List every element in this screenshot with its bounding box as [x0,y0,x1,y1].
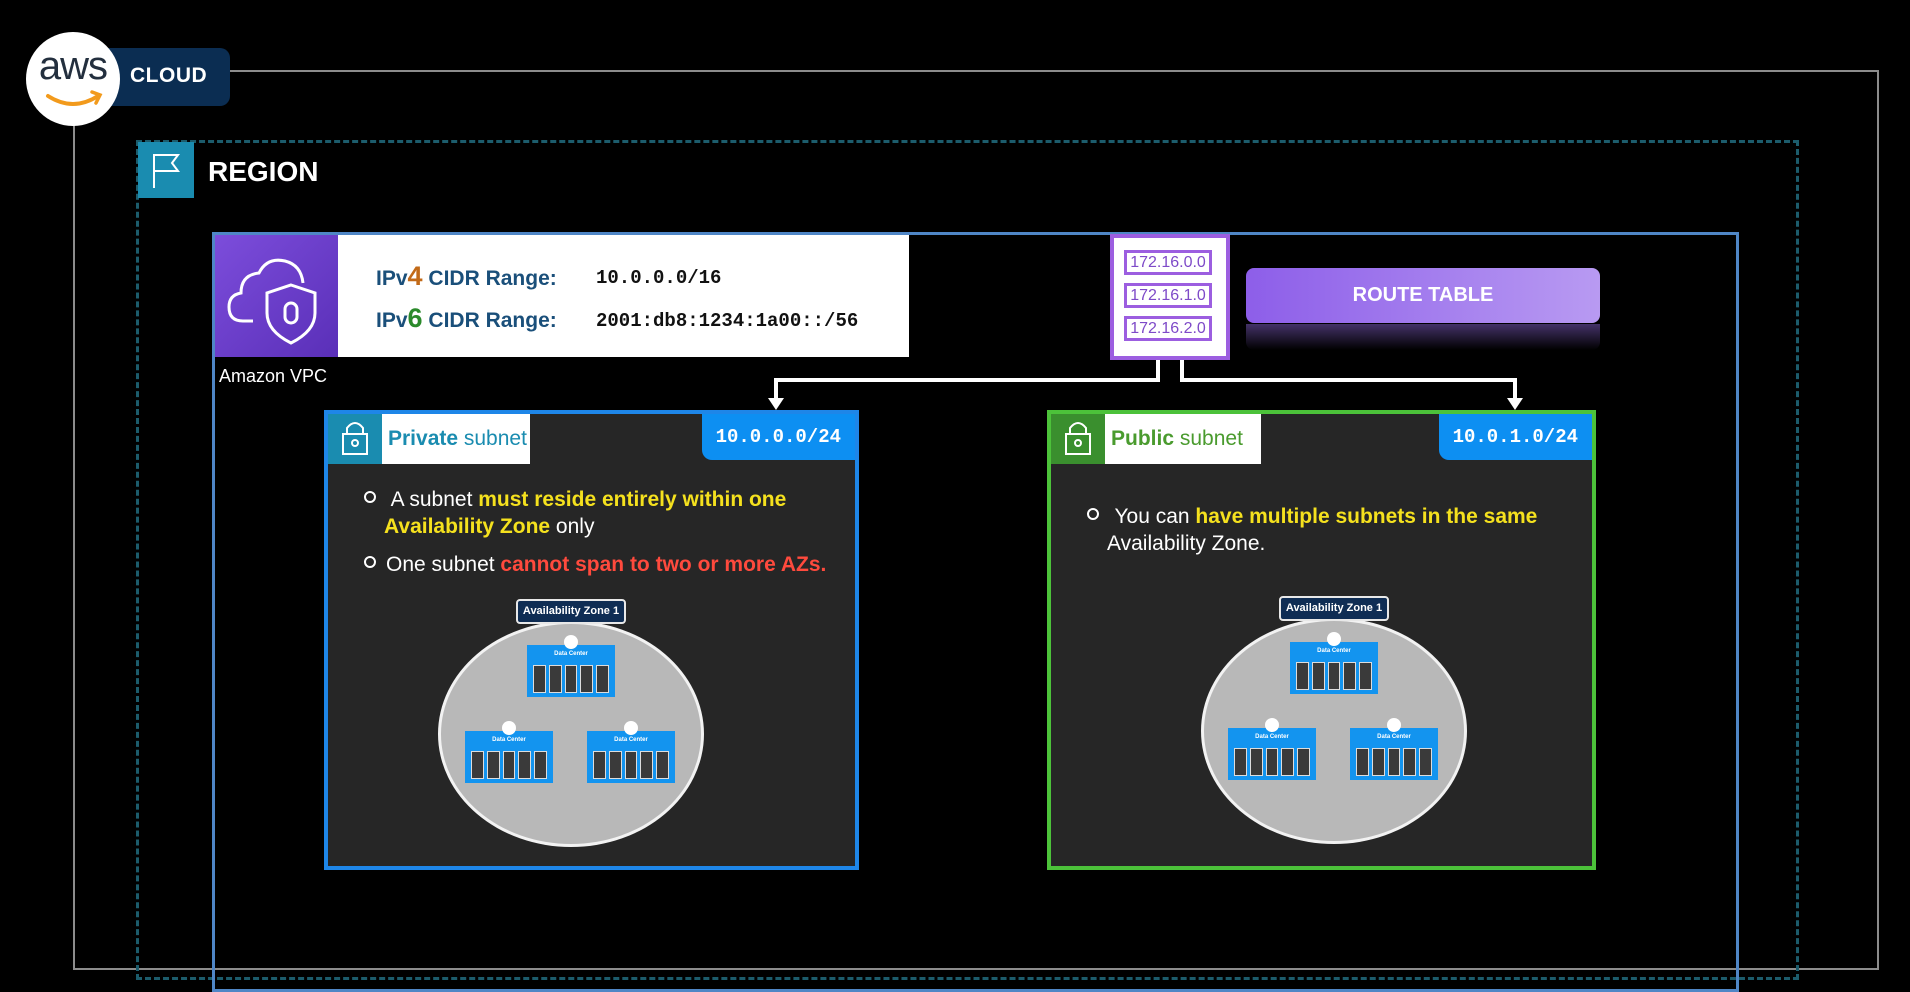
private-subnet-tag: Private subnet [328,414,530,464]
private-subnet-title-rest: subnet [458,427,527,450]
arrowhead-private [768,398,784,410]
private-bullet-2-b: cannot span to two or more AZs [500,553,821,576]
server-racks-icon [533,665,609,693]
server-racks-icon [1356,748,1432,776]
data-center-label: Data Center [1255,734,1289,740]
bullet-icon [364,556,376,569]
private-subnet-title: Private subnet [388,427,527,451]
private-subnet-title-bold: Private [388,427,459,450]
data-center: Data Center [465,721,553,783]
data-center: Data Center [1290,632,1378,694]
private-bullet-2: One subnet cannot span to two or more AZ… [364,551,864,578]
public-subnet-title-bold: Public [1111,427,1175,450]
public-bullet-1-a: You can [1109,505,1196,528]
bullet-icon [364,491,376,504]
private-bullet-1-d: only [550,515,595,538]
public-bullet-1-c: Availability Zone. [1107,532,1266,555]
location-pin-icon [1387,718,1401,732]
data-center-label: Data Center [492,737,526,743]
data-center-label: Data Center [554,651,588,657]
route-connectors [768,360,1523,410]
availability-zone-diagram: Availability Zone 1 Data Center Data Cen… [1201,596,1467,846]
availability-zone-badge: Availability Zone 1 [516,599,626,624]
private-bullet-1: A subnet must reside entirely within one… [364,486,844,540]
private-subnet-cidr: 10.0.0.0/24 [701,414,855,460]
public-bullet-1-b: have multiple subnets in the same [1195,505,1538,528]
server-racks-icon [471,751,547,779]
private-subnet: Private subnet 10.0.0.0/24 A subnet must… [324,410,859,870]
public-subnet-title-rest: subnet [1174,427,1243,450]
private-bullet-1-c: Availability Zone [384,515,551,538]
connector-private [774,360,1160,400]
location-pin-icon [564,635,578,649]
private-bullet-2-c: . [820,553,827,576]
server-racks-icon [1296,662,1372,690]
location-pin-icon [1327,632,1341,646]
public-bullet-1: You can have multiple subnets in the sam… [1087,503,1587,557]
connector-public [1180,360,1517,400]
data-center-label: Data Center [614,737,648,743]
server-racks-icon [1234,748,1310,776]
arrowhead-public [1507,398,1523,410]
data-center-label: Data Center [1317,648,1351,654]
data-center: Data Center [1350,718,1438,780]
data-center: Data Center [1228,718,1316,780]
data-center-label: Data Center [1377,734,1411,740]
bullet-icon [1087,508,1099,521]
public-subnet-tag: Public subnet [1051,414,1261,464]
location-pin-icon [502,721,516,735]
private-bullet-1-a: A subnet [386,488,479,511]
public-subnet-cidr: 10.0.1.0/24 [1438,414,1592,460]
availability-zone-badge: Availability Zone 1 [1279,596,1389,621]
private-bullet-2-a: One subnet [386,553,501,576]
public-subnet: Public subnet 10.0.1.0/24 You can have m… [1047,410,1596,870]
public-subnet-title: Public subnet [1111,427,1243,451]
private-bullet-1-b: must reside entirely within one [478,488,787,511]
data-center: Data Center [527,635,615,697]
availability-zone-diagram: Availability Zone 1 Data Center Data Cen… [438,599,704,849]
lock-icon [328,414,382,464]
location-pin-icon [624,721,638,735]
data-center: Data Center [587,721,675,783]
location-pin-icon [1265,718,1279,732]
server-racks-icon [593,751,669,779]
lock-icon [1051,414,1105,464]
